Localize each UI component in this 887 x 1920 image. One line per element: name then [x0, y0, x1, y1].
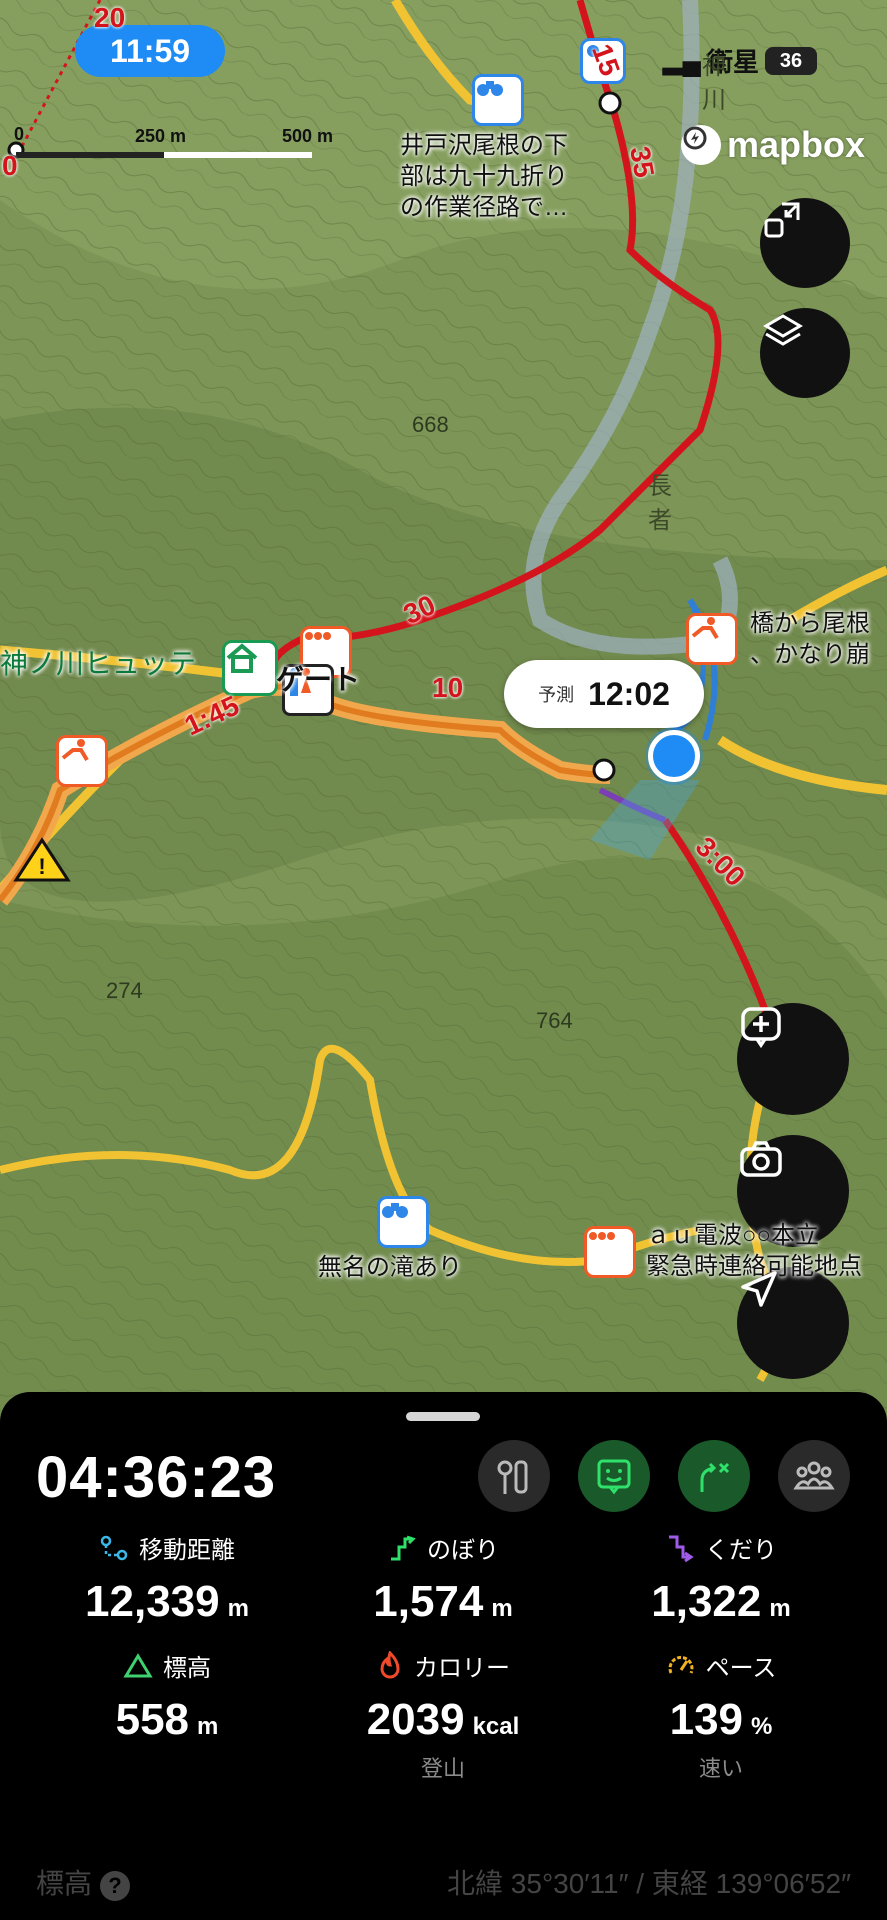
descent-unit: m — [769, 1595, 791, 1622]
coordinates: 北緯 35°30′11″ / 東経 139°06′52″ — [447, 1868, 851, 1899]
ascent-icon — [391, 1535, 416, 1560]
layers-icon — [763, 314, 803, 346]
group-icon — [793, 1461, 835, 1490]
contour-label-274: 274 — [106, 978, 143, 1003]
camera-icon — [740, 1141, 782, 1177]
mountain-icon — [123, 1652, 153, 1677]
poi-viewpoint[interactable] — [472, 74, 524, 126]
pace-value: 139 — [669, 1695, 744, 1744]
elevation-unit: m — [197, 1713, 219, 1740]
map-label-au: ａｕ電波○○本立 緊急時連絡可能地点 — [646, 1222, 862, 1280]
stat-calorie: カロリー 2039 kcal 登山 — [308, 1648, 578, 1783]
stat-ascent: のぼり 1,574 m — [308, 1530, 578, 1627]
river-label: 神 川 — [702, 53, 726, 114]
scale-end: 500 m — [282, 126, 334, 146]
activity-panel[interactable]: 04:36:23 移動距離 12,339 m のぼり 1,574 m くだり 1,3… — [0, 1392, 887, 1920]
help-icon[interactable]: ? — [100, 1871, 131, 1901]
battery-indicator: 36 — [765, 46, 817, 75]
slip-person-icon — [691, 617, 719, 640]
area-label: 長 者 — [648, 473, 672, 534]
poi-danger-slip[interactable] — [56, 735, 108, 787]
calorie-label: カロリー — [414, 1655, 510, 1682]
speedometer-icon — [668, 1655, 694, 1674]
smile-bubble-icon — [597, 1459, 631, 1495]
stat-distance: 移動距離 12,339 m — [32, 1530, 302, 1627]
arrival-forecast-bubble[interactable]: 予測 12:02 — [504, 660, 704, 728]
route-mark-35: 35 — [624, 143, 661, 180]
elevation-value: 558 — [115, 1695, 190, 1744]
poi-note-au[interactable] — [584, 1226, 636, 1278]
ascent-label: のぼり — [427, 1537, 499, 1564]
map-label-bridge: 橋から尾根 、かなり崩 — [750, 610, 870, 668]
stat-elevation: 標高 558 m — [32, 1648, 302, 1745]
elapsed-time: 04:36:23 — [36, 1445, 277, 1510]
off-route-alert-button[interactable] — [678, 1440, 750, 1512]
elevation-graph-toggle[interactable]: 標高? — [36, 1862, 131, 1902]
mapbox-logo-icon — [680, 125, 721, 165]
mapbox-text: mapbox — [726, 124, 865, 165]
binoculars-icon — [382, 1203, 408, 1218]
contour-label-764: 764 — [536, 1008, 573, 1033]
layers-button[interactable] — [760, 308, 850, 398]
signal-icon: ▂▄ — [662, 45, 701, 75]
route-mark-0: 0 — [2, 150, 18, 181]
more-dots-icon — [305, 632, 331, 640]
binoculars-icon — [477, 81, 503, 96]
flame-icon — [380, 1650, 400, 1678]
contour-label-668: 668 — [412, 412, 449, 437]
add-comment-icon — [741, 1007, 781, 1049]
svg-text:!: ! — [38, 854, 45, 879]
descent-icon — [669, 1535, 694, 1562]
current-location-dot — [648, 730, 700, 782]
house-icon — [226, 643, 258, 673]
distance-label: 移動距離 — [139, 1537, 235, 1564]
group-button[interactable] — [778, 1440, 850, 1512]
forecast-time: 12:02 — [588, 675, 670, 712]
calorie-unit: kcal — [472, 1713, 520, 1740]
pace-label: ペース — [705, 1655, 777, 1682]
status-bar-right: ▂▄ 衛星 36 — [663, 42, 817, 79]
calorie-value: 2039 — [366, 1695, 465, 1744]
descent-label: くだり — [705, 1537, 777, 1564]
bottom-info-row: 標高? 北緯 35°30′11″ / 東経 139°06′52″ — [36, 1862, 851, 1902]
stat-pace: ペース 139% 速い — [586, 1648, 856, 1783]
distance-value: 12,339 — [85, 1577, 220, 1626]
calorie-activity: 登山 — [420, 1756, 465, 1781]
map-label-gate: ゲート — [276, 664, 361, 695]
map-label-waterfall: 無名の滝あり — [318, 1254, 462, 1281]
map-view[interactable]: ! 11:59 ▂▄ 衛星 36 0 250 m 500 m mapbox 井戸… — [0, 0, 887, 1420]
stat-descent: くだり 1,322 m — [586, 1530, 856, 1627]
safety-share-button[interactable] — [578, 1440, 650, 1512]
route-branch-icon — [700, 1462, 730, 1492]
waypoint-icon — [497, 1460, 528, 1494]
descent-value: 1,322 — [651, 1577, 762, 1626]
add-memo-button[interactable] — [737, 1003, 849, 1115]
elevation-graph-label: 標高 — [36, 1868, 93, 1899]
map-label-hutte: 神ノ川ヒュッテ — [0, 648, 197, 679]
poi-hut[interactable] — [222, 640, 278, 696]
distance-unit: m — [227, 1595, 249, 1622]
pace-rating: 速い — [698, 1756, 743, 1781]
pace-unit: % — [751, 1713, 773, 1740]
ascent-value: 1,574 — [373, 1577, 484, 1626]
checkpoint-tool-button[interactable] — [478, 1440, 550, 1512]
slip-person-icon — [61, 739, 89, 762]
distance-icon — [100, 1535, 128, 1560]
elevation-label: 標高 — [163, 1655, 211, 1682]
panel-drag-handle[interactable] — [406, 1412, 480, 1421]
poi-waterfall[interactable] — [377, 1196, 429, 1248]
forecast-label: 予測 — [538, 685, 575, 705]
fullscreen-toggle-button[interactable] — [760, 198, 850, 288]
map-label-idosawa: 井戸沢尾根の下 部は九十九折り の作業径路で… — [400, 132, 568, 221]
route-mark-10: 10 — [432, 672, 464, 703]
poi-danger-bridge[interactable] — [686, 613, 738, 665]
more-dots-icon — [589, 1232, 615, 1240]
ascent-unit: m — [491, 1595, 513, 1622]
current-location-button[interactable] — [737, 1267, 849, 1379]
scale-zero: 0 — [14, 124, 25, 144]
scale-mid: 250 m — [135, 126, 187, 146]
mapbox-attribution[interactable]: mapbox — [680, 124, 865, 166]
route-mark-20: 20 — [94, 2, 126, 33]
shrink-icon — [764, 202, 800, 238]
